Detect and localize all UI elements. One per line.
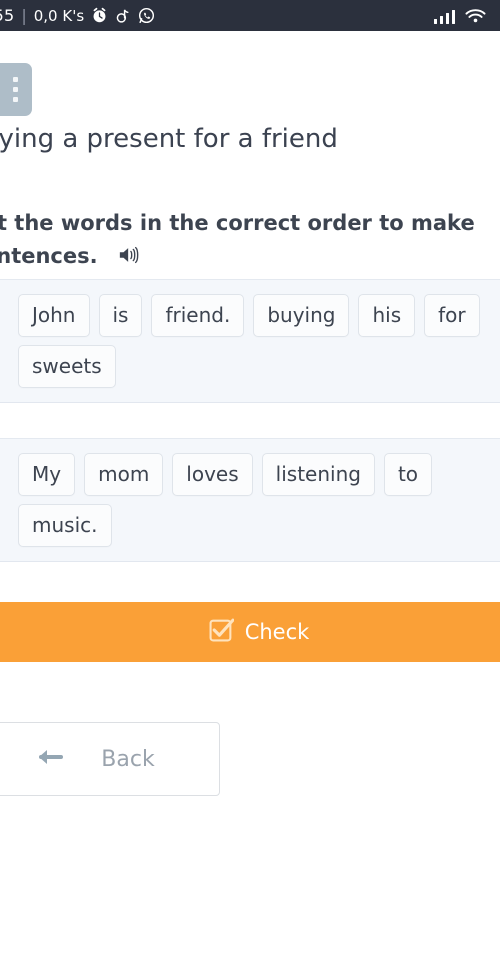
word-chip[interactable]: for — [424, 294, 480, 337]
menu-dots-icon — [12, 87, 18, 92]
status-data-rate: 0,0 K's — [33, 6, 85, 25]
check-button-label: Check — [244, 620, 310, 644]
word-chip[interactable]: sweets — [18, 345, 116, 388]
word-chip-row: My mom loves listening to music. — [18, 453, 500, 547]
sentence-panel-2: My mom loves listening to music. — [0, 438, 500, 562]
back-button-label: Back — [101, 746, 155, 772]
instruction-text: ut the words in the correct order to mak… — [0, 211, 475, 268]
status-bar-right — [433, 8, 491, 24]
tiktok-icon — [115, 7, 131, 24]
signal-bars-icon — [433, 9, 455, 24]
page-title: uying a present for a friend — [0, 124, 338, 154]
word-chip[interactable]: music. — [18, 504, 112, 547]
status-separator: | — [21, 6, 27, 25]
whatsapp-icon — [138, 7, 155, 24]
back-button[interactable]: Back — [0, 722, 220, 796]
sentence-panel-1: John is friend. buying his for sweets — [0, 279, 500, 403]
status-bar-left: :55 | 0,0 K's — [0, 6, 155, 25]
word-chip[interactable]: listening — [261, 453, 375, 496]
arrow-left-icon — [35, 746, 64, 772]
word-chip[interactable]: John — [18, 294, 90, 337]
status-clock: :55 — [0, 6, 15, 25]
check-button[interactable]: Check — [0, 602, 500, 662]
word-chip[interactable]: his — [358, 294, 416, 337]
word-chip[interactable]: loves — [172, 453, 253, 496]
word-chip[interactable]: to — [383, 453, 433, 496]
exercise-instruction: ut the words in the correct order to mak… — [0, 207, 500, 276]
word-chip[interactable]: My — [18, 453, 76, 496]
word-chip[interactable]: mom — [84, 453, 164, 496]
alarm-clock-icon — [91, 7, 108, 24]
status-bar: :55 | 0,0 K's — [0, 0, 500, 31]
menu-drawer-button[interactable] — [0, 63, 32, 116]
wifi-icon — [465, 8, 486, 24]
checked-box-icon — [209, 617, 235, 647]
word-chip-row: John is friend. buying his for sweets — [18, 294, 500, 388]
app-screen: :55 | 0,0 K's uying a present for a frie — [0, 0, 500, 975]
word-chip[interactable]: friend. — [151, 294, 245, 337]
menu-dots-icon — [12, 97, 18, 102]
word-chip[interactable]: is — [98, 294, 143, 337]
word-chip[interactable]: buying — [253, 294, 350, 337]
menu-dots-icon — [12, 77, 18, 82]
speaker-icon[interactable] — [118, 243, 142, 276]
